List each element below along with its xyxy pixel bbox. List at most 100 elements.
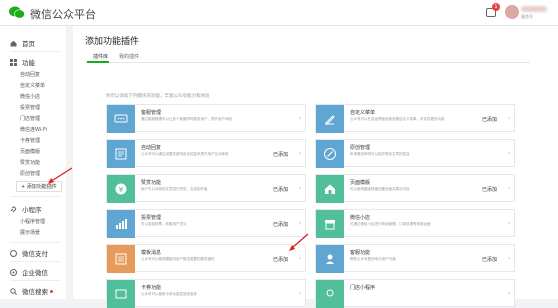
chevron-right-icon: › [299, 115, 302, 122]
plugin-description: 通过客服管理可以让多个客服同时服务用户，提升用户体验 [141, 117, 232, 121]
plugin-card-vote[interactable]: 投票管理 可以发起投票，收集用户意见 已添加 › [106, 209, 306, 238]
sidebar-group-label: 功能 [22, 59, 35, 67]
chevron-right-icon: › [508, 290, 511, 297]
plugin-card-customer[interactable]: 客服功能 帮助公众号更好地与用户沟通 已添加 › [315, 244, 515, 273]
plugin-description: 公众号可以使用卡券功能发放优惠券 [141, 292, 197, 296]
plugin-title: 微信小店 [350, 215, 371, 221]
sidebar-item-reward[interactable]: 赞赏功能 [20, 159, 40, 166]
plugin-description: 可以使用模版快速创建页面并展示内容 [350, 187, 410, 191]
plugin-card-original[interactable]: 原创管理 申请原创声明可以保护原创文章的权益 › [315, 139, 515, 168]
plugin-description: 公众号可以在会话界面底部设置自定义菜单，可实现更多功能 [350, 117, 445, 121]
tab-active-indicator [87, 61, 109, 63]
plugin-card-custom-menu[interactable]: 自定义菜单 公众号可以在会话界面底部设置自定义菜单，可实现更多功能 已添加 › [315, 104, 515, 133]
template-msg-icon [107, 245, 135, 273]
page-template-icon [316, 175, 344, 203]
plugin-card-cards[interactable]: 卡券功能 公众号可以使用卡券功能发放优惠券 › [106, 279, 306, 308]
chevron-right-icon: › [299, 185, 302, 192]
top-bar: 微信公众平台 1 服务号 [0, 0, 558, 26]
sidebar-group-enterprise[interactable]: 企业微信 [10, 267, 48, 277]
sidebar-group-label: 小程序 [22, 206, 42, 214]
sidebar-item-original[interactable]: 原创管理 [20, 170, 40, 177]
sidebar-group-miniprogram[interactable]: 小程序 [10, 204, 42, 214]
enterprise-icon [10, 268, 17, 276]
chevron-right-icon: › [299, 290, 302, 297]
vote-chart-icon [107, 210, 135, 238]
plugin-status: 已添加 [482, 117, 498, 123]
plugin-description: 公众号可以通过设置关键词自动回复来提升用户互动体验 [141, 152, 229, 156]
sidebar-item-stores[interactable]: 门店管理 [20, 115, 40, 122]
sidebar-item-custom-menu[interactable]: 自定义菜单 [20, 82, 45, 89]
sidebar-item-page-templates[interactable]: 页面模版 [20, 148, 40, 155]
sidebar-item-display-scenes[interactable]: 展示场景 [20, 229, 40, 236]
divider [10, 280, 60, 281]
search-icon [10, 287, 17, 295]
tab-plugin-library[interactable]: 插件库 [93, 53, 108, 60]
sidebar-item-auto-reply[interactable]: 自动回复 [20, 71, 40, 78]
plugin-status: 已添加 [273, 152, 289, 158]
plugin-card-store-miniprogram[interactable]: 门店小程序 › [315, 279, 515, 308]
chevron-right-icon: › [508, 220, 511, 227]
chevron-right-icon: › [508, 255, 511, 262]
sidebar-item-cards[interactable]: 卡券管理 [20, 137, 40, 144]
divider [10, 261, 60, 262]
plugin-card-wechat-shop[interactable]: 微信小店 可通过微信小店进行商品管理、订单处理等电商运营 › [315, 209, 515, 238]
auto-reply-icon [107, 140, 135, 168]
annotation-arrow [289, 233, 309, 251]
chevron-right-icon: › [508, 150, 511, 157]
home-icon [10, 40, 17, 46]
account-name[interactable] [521, 6, 547, 12]
plugin-title: 投票管理 [141, 215, 162, 221]
plugin-title: 卡券功能 [141, 285, 162, 291]
grid-icon [10, 58, 17, 66]
plugin-status: 已添加 [273, 222, 289, 228]
tab-my-plugins[interactable]: 我的插件 [119, 53, 139, 60]
pay-icon [10, 249, 17, 257]
plugin-card-auto-reply[interactable]: 自动回复 公众号可以通过设置关键词自动回复来提升用户互动体验 已添加 › [106, 139, 306, 168]
plugin-description: 公众号可以使用模板向用户推送重要的服务通知 [141, 257, 215, 261]
sidebar-group-pay[interactable]: 微信支付 [10, 248, 48, 258]
store-icon [316, 280, 344, 308]
plugin-card-reward[interactable]: 赞赏功能 用户可以对原创文章进行赞赏，支持创作者 已添加 › [106, 174, 306, 203]
sidebar-item-vote[interactable]: 投票管理 [20, 104, 40, 111]
sidebar-group-label: 企业微信 [22, 269, 48, 277]
sidebar-item-home[interactable]: 首页 [10, 38, 35, 48]
card-icon [107, 280, 135, 308]
annotation-arrow [48, 167, 73, 184]
customer-service-icon [107, 105, 135, 133]
new-dot [50, 289, 53, 293]
page-title: 添加功能插件 [85, 37, 140, 47]
plugin-status: 已添加 [273, 257, 289, 263]
plugin-card-page-template[interactable]: 页面模版 可以使用模版快速创建页面并展示内容 已添加 › [315, 174, 515, 203]
plugin-card-customer-service[interactable]: 客服管理 通过客服管理可以让多个客服同时服务用户，提升用户体验 › [106, 104, 306, 133]
sidebar-group-label: 微信支付 [22, 250, 48, 258]
plugin-status: 已添加 [482, 187, 498, 193]
chevron-right-icon: › [299, 220, 302, 227]
account-type: 服务号 [521, 14, 533, 19]
chevron-right-icon: › [299, 255, 302, 262]
plugin-title: 自动回复 [141, 145, 162, 151]
shop-icon [316, 210, 344, 238]
plugin-title: 门店小程序 [350, 285, 376, 291]
plugin-title: 模板消息 [141, 250, 162, 256]
plugin-title: 赞赏功能 [141, 180, 162, 186]
plugin-title: 客服管理 [141, 110, 162, 116]
avatar[interactable] [505, 5, 519, 19]
link-icon [10, 205, 17, 212]
sidebar-group-search[interactable]: 微信搜索 [10, 286, 53, 296]
sidebar-item-miniprogram-manage[interactable]: 小程序管理 [20, 218, 45, 225]
plugin-card-template-message[interactable]: 模板消息 公众号可以使用模板向用户推送重要的服务通知 已添加 › [106, 244, 306, 273]
original-icon [316, 140, 344, 168]
sidebar-item-wifi[interactable]: 微信连Wi-Fi [20, 126, 47, 133]
plugin-title: 原创管理 [350, 145, 371, 151]
divider [10, 51, 60, 52]
plugin-title: 客服功能 [350, 250, 371, 256]
divider [10, 242, 60, 243]
sidebar-item-wechat-shop[interactable]: 微信小店 [20, 93, 40, 100]
sidebar-group-functions[interactable]: 功能 [10, 57, 35, 67]
page-description: 你可以添加下列模块的功能，丰富公众号能力和体验 [106, 94, 210, 99]
person-icon [316, 245, 344, 273]
sidebar-group-label: 微信搜索 [22, 288, 48, 296]
chevron-right-icon: › [299, 150, 302, 157]
plugin-description: 用户可以对原创文章进行赞赏，支持创作者 [141, 187, 208, 191]
divider [10, 196, 60, 197]
